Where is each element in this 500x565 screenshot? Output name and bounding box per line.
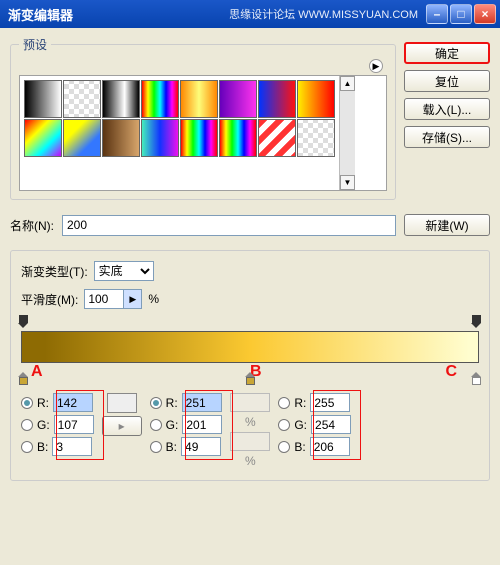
preset-swatch[interactable] bbox=[219, 119, 257, 157]
save-button[interactable]: 存储(S)... bbox=[404, 126, 490, 148]
preset-swatch[interactable] bbox=[63, 119, 101, 157]
preset-swatch[interactable] bbox=[297, 119, 335, 157]
reset-button[interactable]: 复位 bbox=[404, 70, 490, 92]
new-button[interactable]: 新建(W) bbox=[404, 214, 490, 236]
radio-b-a[interactable] bbox=[21, 441, 33, 453]
gradient-type-select[interactable]: 实底 bbox=[94, 261, 154, 281]
preset-swatch[interactable] bbox=[24, 80, 62, 118]
radio-b-c[interactable] bbox=[278, 441, 290, 453]
preset-swatch[interactable] bbox=[141, 80, 179, 118]
radio-r-a[interactable] bbox=[21, 397, 33, 409]
color-stop-b[interactable] bbox=[245, 372, 256, 385]
preset-swatch[interactable] bbox=[219, 80, 257, 118]
gradient-type-label: 渐变类型(T): bbox=[21, 263, 88, 280]
titlebar: 渐变编辑器 思缘设计论坛 WWW.MISSYUAN.COM – □ × bbox=[0, 0, 500, 28]
preset-swatch[interactable] bbox=[24, 119, 62, 157]
radio-g-c[interactable] bbox=[278, 419, 290, 431]
mid-controls-b: % % bbox=[230, 393, 270, 468]
rgb-group-b: R: G: B: bbox=[150, 393, 223, 456]
preset-swatch[interactable] bbox=[297, 80, 335, 118]
preset-swatch[interactable] bbox=[258, 80, 296, 118]
swatch-mini-a[interactable] bbox=[107, 393, 137, 413]
rgb-group-c: R: G: B: bbox=[278, 393, 351, 456]
preset-swatch[interactable] bbox=[102, 119, 140, 157]
marker-a: A bbox=[31, 363, 43, 381]
gradient-bar[interactable] bbox=[21, 331, 479, 363]
radio-r-b[interactable] bbox=[150, 397, 162, 409]
presets-menu-icon[interactable]: ▶ bbox=[369, 59, 383, 73]
pos-b-input bbox=[230, 393, 270, 412]
preset-swatch[interactable] bbox=[63, 80, 101, 118]
pick-button-a[interactable]: ▸ bbox=[102, 416, 142, 436]
smoothness-label: 平滑度(M): bbox=[21, 291, 78, 308]
g-c-input[interactable] bbox=[311, 415, 351, 434]
titlebar-text: 渐变编辑器 bbox=[4, 5, 229, 24]
smoothness-unit: % bbox=[148, 292, 159, 306]
gradient-settings: 渐变类型(T): 实底 平滑度(M): ▶ % A B C bbox=[10, 250, 490, 481]
b-c-input[interactable] bbox=[310, 437, 350, 456]
preset-swatch[interactable] bbox=[180, 80, 218, 118]
b-b-input[interactable] bbox=[181, 437, 221, 456]
maximize-button[interactable]: □ bbox=[450, 4, 472, 24]
marker-c: C bbox=[445, 363, 457, 381]
presets-legend: 预设 bbox=[19, 36, 51, 53]
name-label: 名称(N): bbox=[10, 217, 54, 234]
radio-g-a[interactable] bbox=[21, 419, 33, 431]
preset-swatch[interactable] bbox=[141, 119, 179, 157]
scroll-down-icon[interactable]: ▼ bbox=[340, 175, 355, 190]
pos2-b-input bbox=[230, 432, 270, 451]
preset-swatches[interactable] bbox=[24, 80, 335, 157]
opacity-stop-right[interactable] bbox=[471, 315, 482, 328]
preset-swatch[interactable] bbox=[258, 119, 296, 157]
r-a-input[interactable] bbox=[53, 393, 93, 412]
scrollbar[interactable]: ▲ ▼ bbox=[339, 76, 355, 190]
name-input[interactable] bbox=[62, 215, 396, 236]
radio-r-c[interactable] bbox=[278, 397, 290, 409]
r-b-input[interactable] bbox=[182, 393, 222, 412]
titlebar-watermark: 思缘设计论坛 WWW.MISSYUAN.COM bbox=[229, 6, 418, 22]
minimize-button[interactable]: – bbox=[426, 4, 448, 24]
scroll-track[interactable] bbox=[340, 91, 355, 175]
close-button[interactable]: × bbox=[474, 4, 496, 24]
r-c-input[interactable] bbox=[310, 393, 350, 412]
rgb-group-a: R: G: B: bbox=[21, 393, 94, 456]
presets-group: 预设 ▶ ▲ ▼ bbox=[10, 36, 396, 200]
smoothness-input[interactable] bbox=[84, 289, 124, 309]
opacity-stop-left[interactable] bbox=[18, 315, 29, 328]
preset-swatch[interactable] bbox=[180, 119, 218, 157]
load-button[interactable]: 载入(L)... bbox=[404, 98, 490, 120]
g-a-input[interactable] bbox=[54, 415, 94, 434]
preset-swatch[interactable] bbox=[102, 80, 140, 118]
b-a-input[interactable] bbox=[52, 437, 92, 456]
scroll-up-icon[interactable]: ▲ bbox=[340, 76, 355, 91]
mid-controls-a: ▸ bbox=[102, 393, 142, 436]
color-stop-c[interactable] bbox=[471, 372, 482, 385]
radio-g-b[interactable] bbox=[150, 419, 162, 431]
smoothness-stepper[interactable]: ▶ bbox=[124, 289, 142, 309]
ok-button[interactable]: 确定 bbox=[404, 42, 490, 64]
color-stop-a[interactable] bbox=[18, 372, 29, 385]
g-b-input[interactable] bbox=[182, 415, 222, 434]
radio-b-b[interactable] bbox=[150, 441, 162, 453]
